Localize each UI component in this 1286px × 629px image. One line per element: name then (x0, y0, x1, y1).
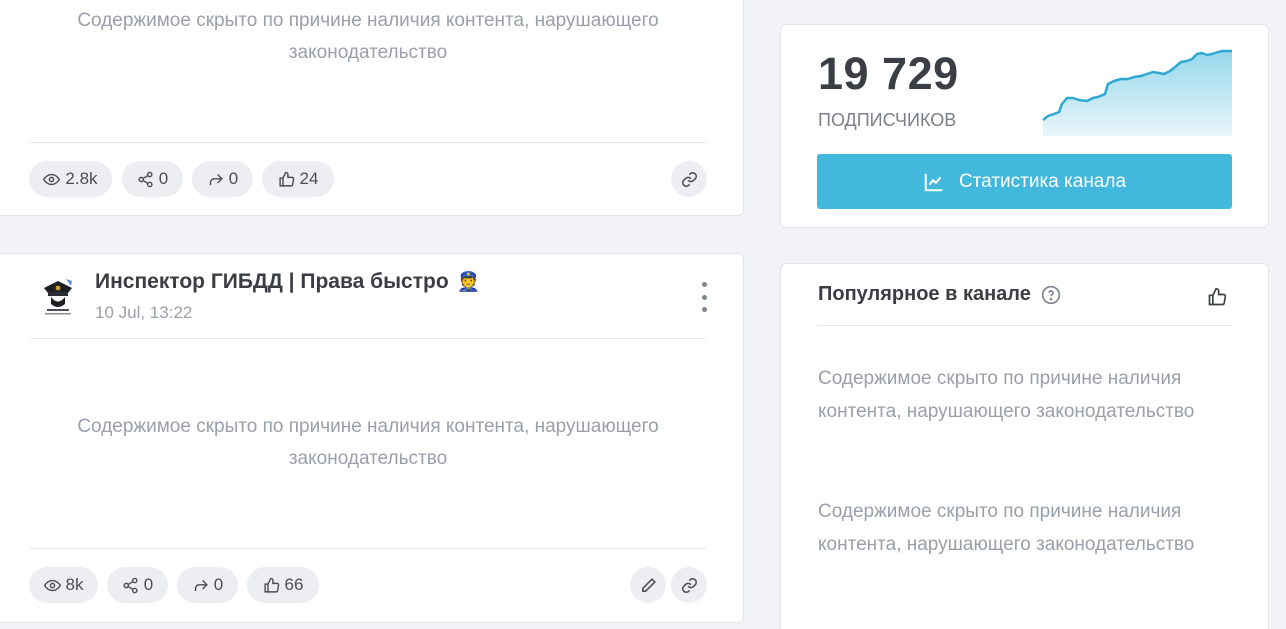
post-hidden-content: Содержимое скрыто по причине наличия кон… (77, 416, 659, 469)
likes-count: 24 (299, 169, 319, 188)
popular-card (780, 263, 1269, 629)
sparkline-area (1043, 51, 1232, 136)
eye-icon (43, 173, 61, 185)
popular-divider (817, 325, 1232, 326)
likes-counter[interactable]: 24 (262, 161, 334, 197)
forwards-counter[interactable]: 0 (177, 567, 238, 603)
forward-arrow-icon (209, 173, 223, 185)
copy-link-button[interactable] (671, 161, 707, 197)
link-icon (681, 171, 697, 187)
shares-counter[interactable]: 0 (122, 161, 183, 197)
post-date: 10 Jul, 13:22 (95, 303, 193, 322)
police-emoji: 👮 (456, 272, 481, 293)
popular-title: Популярное в канале (818, 283, 1061, 306)
copy-link-button[interactable] (671, 567, 707, 603)
subscribers-sparkline (1042, 49, 1232, 136)
channel-stats-button[interactable]: Статистика канала (817, 154, 1232, 209)
share-nodes-icon (138, 171, 153, 187)
share-nodes-icon (123, 577, 138, 593)
eye-icon (43, 579, 61, 591)
link-icon (681, 577, 697, 593)
popular-item[interactable]: Содержимое скрыто по причине наличия кон… (818, 496, 1218, 561)
forwards-count: 0 (228, 169, 239, 188)
forwards-counter[interactable]: 0 (192, 161, 253, 197)
thumbs-up-icon (278, 171, 294, 187)
forward-arrow-icon (194, 579, 208, 591)
post-divider (29, 548, 707, 549)
shares-count: 0 (143, 575, 154, 594)
post-divider (29, 142, 707, 143)
thumbs-up-icon (263, 577, 279, 593)
channel-stats-label: Статистика канала (958, 170, 1127, 192)
forwards-count: 0 (213, 575, 224, 594)
views-count: 2.8k (65, 169, 98, 188)
shares-count: 0 (158, 169, 169, 188)
subscribers-count: 19 729 (818, 48, 959, 99)
channel-avatar[interactable] (38, 276, 78, 318)
views-count: 8k (65, 575, 84, 594)
views-counter[interactable]: 2.8k (29, 161, 112, 197)
more-vertical-icon (701, 282, 707, 287)
post-divider (29, 338, 707, 339)
shares-counter[interactable]: 0 (107, 567, 168, 603)
pencil-icon (641, 577, 656, 592)
subscribers-label: ПОДПИСЧИКОВ (818, 110, 957, 130)
edit-button[interactable] (630, 567, 666, 603)
question-circle-icon[interactable] (1041, 285, 1061, 305)
chart-line-icon (924, 173, 943, 191)
views-counter[interactable]: 8k (29, 567, 98, 603)
channel-name-text: Инспектор ГИБДД | Права быстро (95, 270, 449, 293)
popular-title-text: Популярное в канале (818, 283, 1031, 305)
post-menu-button[interactable] (696, 282, 712, 312)
likes-count: 66 (284, 575, 304, 594)
likes-counter[interactable]: 66 (247, 567, 319, 603)
thumbs-up-icon[interactable] (1207, 287, 1227, 307)
channel-name[interactable]: Инспектор ГИБДД | Права быстро 👮 (95, 270, 480, 294)
popular-item[interactable]: Содержимое скрыто по причине наличия кон… (818, 363, 1218, 428)
post-hidden-content: Содержимое скрыто по причине наличия кон… (77, 10, 659, 63)
